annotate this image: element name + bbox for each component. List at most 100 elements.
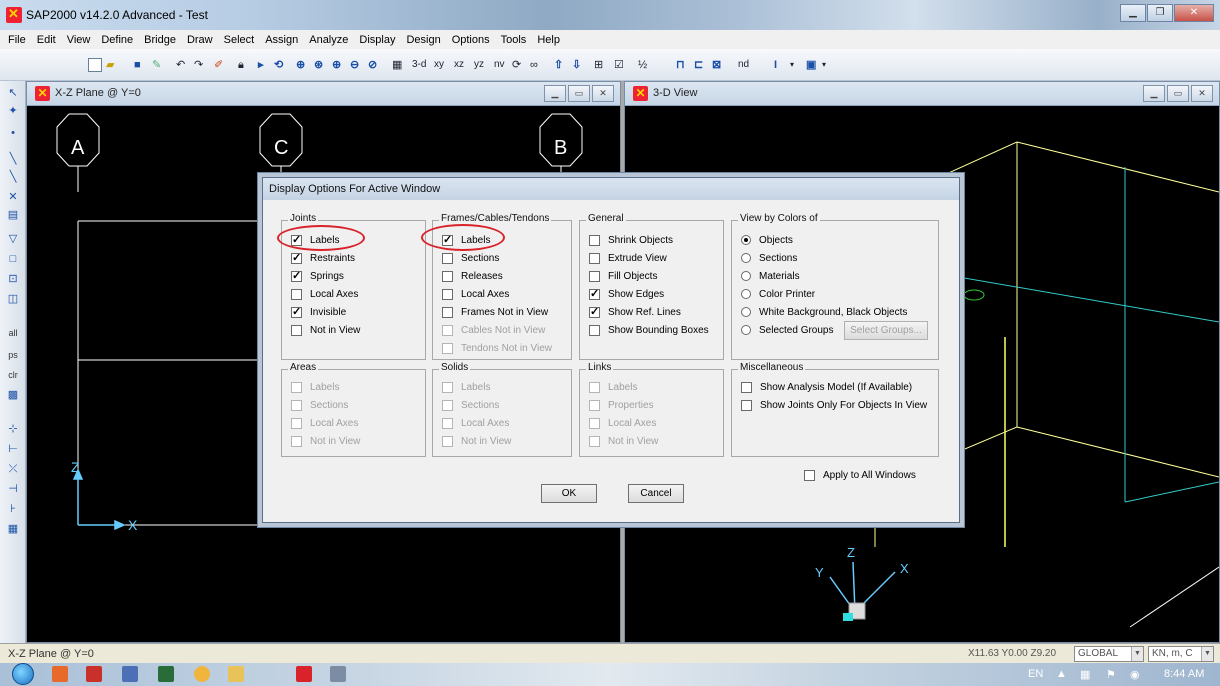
joints-not-in-view-option[interactable]: Not in View (291, 323, 360, 337)
matlab-icon[interactable] (158, 666, 174, 682)
move-down-icon[interactable]: ⇩ (572, 57, 581, 73)
draw-cable-icon[interactable]: ⊏ (694, 57, 703, 73)
frames-local-axes-option[interactable]: Local Axes (442, 287, 509, 301)
save-icon[interactable]: ■ (134, 57, 141, 73)
quick-draw-frame-icon[interactable]: ╲ (5, 169, 21, 185)
undo-icon[interactable]: ↶ (176, 57, 185, 73)
close-button[interactable]: ✕ (1174, 4, 1214, 22)
clear-selection-button[interactable]: clr (5, 367, 21, 383)
zoom-in-icon[interactable]: ⊕ (332, 57, 341, 73)
show-ref-lines-option[interactable]: Show Ref. Lines (589, 305, 681, 319)
chrome-icon[interactable] (194, 666, 210, 682)
area-section-icon[interactable]: ▣ (806, 57, 816, 73)
joints-springs-option[interactable]: Springs (291, 269, 344, 283)
units-select[interactable]: KN, m, C ▼ (1148, 646, 1214, 662)
pan-icon[interactable]: ⟲ (274, 57, 283, 73)
flag-icon[interactable]: ⚑ (1106, 668, 1116, 681)
frames-local-axes-checkbox[interactable] (442, 288, 453, 300)
fill-objects-option[interactable]: Fill Objects (589, 269, 657, 283)
clock-time[interactable]: 8:44 AM (1164, 668, 1204, 680)
maximize-button[interactable]: ❐ (1147, 4, 1173, 22)
draw-rect-area-icon[interactable]: □ (5, 251, 21, 267)
language-indicator[interactable]: EN (1028, 668, 1043, 680)
xz-restore-button[interactable]: ▭ (568, 85, 590, 102)
zoom-window-icon[interactable]: ⊕ (296, 57, 305, 73)
extrude-view-checkbox[interactable] (589, 252, 600, 264)
select-groups-button[interactable]: Select Groups... (844, 321, 928, 340)
apply-to-all-windows-option[interactable]: Apply to All Windows (804, 468, 916, 482)
joints-local-axes-option[interactable]: Local Axes (291, 287, 358, 301)
pointer-icon[interactable]: ↖ (5, 85, 21, 101)
joints-invisible-checkbox[interactable] (291, 305, 302, 318)
show-joints-only-checkbox[interactable] (741, 399, 752, 411)
selected-groups-option[interactable]: Selected Groups (741, 323, 834, 337)
show-analysis-model-option[interactable]: Show Analysis Model (If Available) (741, 380, 912, 394)
sap2000-app-icon[interactable] (6, 6, 22, 23)
frames-releases-checkbox[interactable] (442, 270, 453, 282)
set-display-options-icon[interactable]: ☑ (614, 57, 624, 73)
taskbar-misc-icon[interactable] (330, 666, 346, 682)
xz-plane-window-caption[interactable]: ✕ X-Z Plane @ Y=0 ▁ ▭ ✕ (27, 82, 620, 106)
dialog-caption[interactable]: Display Options For Active Window (263, 178, 959, 200)
set-display-icon[interactable]: ▦ (392, 57, 402, 73)
3d-restore-button[interactable]: ▭ (1167, 85, 1189, 102)
selected-groups-radio[interactable] (741, 325, 751, 335)
menu-edit[interactable]: Edit (37, 34, 56, 46)
draw-solid-icon[interactable]: ◫ (5, 291, 21, 307)
white-background-option[interactable]: White Background, Black Objects (741, 305, 907, 319)
extrude-view-option[interactable]: Extrude View (589, 251, 667, 265)
new-model-icon[interactable] (88, 58, 102, 72)
fraction-icon[interactable]: ½ (638, 57, 647, 73)
3d-minimize-button[interactable]: ▁ (1143, 85, 1165, 102)
color-objects-option[interactable]: Objects (741, 233, 793, 247)
menu-define[interactable]: Define (101, 34, 133, 46)
intersecting-line-icon[interactable]: ▩ (5, 387, 21, 403)
open-icon[interactable]: ▰ (106, 57, 114, 73)
view-xz-button[interactable]: xz (454, 57, 464, 73)
minimize-button[interactable]: ▁ (1120, 4, 1146, 22)
joints-local-axes-checkbox[interactable] (291, 288, 302, 300)
menu-draw[interactable]: Draw (187, 34, 213, 46)
show-analysis-model-checkbox[interactable] (741, 381, 752, 393)
view-xy-button[interactable]: xy (434, 57, 444, 73)
redo-icon[interactable]: ↷ (194, 57, 203, 73)
apply-to-all-windows-checkbox[interactable] (804, 469, 815, 481)
previous-selection-button[interactable]: ps (5, 347, 21, 363)
show-edges-option[interactable]: Show Edges (589, 287, 664, 301)
print-icon[interactable]: ✎ (152, 57, 161, 73)
explorer-icon[interactable] (228, 666, 244, 682)
start-button[interactable] (12, 663, 34, 685)
draw-link-icon[interactable]: ▤ (5, 207, 21, 223)
menu-help[interactable]: Help (537, 34, 560, 46)
draw-tendon-icon[interactable]: ⊠ (712, 57, 721, 73)
snap-perpendicular-icon[interactable]: ⊣ (5, 481, 21, 497)
reshaper-icon[interactable]: ✦ (5, 103, 21, 119)
rotate-3d-icon[interactable]: ⟳ (512, 57, 521, 73)
snap-lines-icon[interactable]: ⊦ (5, 501, 21, 517)
sap2000-taskbar-icon[interactable] (296, 666, 312, 682)
lock-icon[interactable]: 🔒︎ (238, 57, 244, 73)
snap-points-icon[interactable]: ⊹ (5, 421, 21, 437)
joints-springs-checkbox[interactable] (291, 269, 302, 282)
move-up-icon[interactable]: ⇧ (554, 57, 563, 73)
draw-poly-area-icon[interactable]: ▽ (5, 231, 21, 247)
zoom-restore-icon[interactable]: ⊛ (314, 57, 323, 73)
snap-intersect-icon[interactable]: ⤫ (5, 461, 21, 477)
show-ref-lines-checkbox[interactable] (589, 305, 600, 318)
3d-view-window-caption[interactable]: ✕ 3-D View ▁ ▭ ✕ (625, 82, 1219, 106)
nd-button[interactable]: nd (738, 57, 749, 73)
network-icon[interactable]: ▦ (1080, 668, 1090, 681)
white-background-radio[interactable] (741, 307, 751, 317)
menu-bridge[interactable]: Bridge (144, 34, 176, 46)
quick-draw-area-icon[interactable]: ⊡ (5, 271, 21, 287)
taskbar-app-icon[interactable] (52, 666, 68, 682)
draw-frame-line-icon[interactable]: ╲ (5, 151, 21, 167)
draw-frame-icon[interactable]: ⊓ (676, 57, 685, 73)
object-shrink-icon[interactable]: ⊞ (594, 57, 603, 73)
color-printer-radio[interactable] (741, 289, 751, 299)
coordinate-system-select[interactable]: GLOBAL ▼ (1074, 646, 1144, 662)
menu-display[interactable]: Display (359, 34, 395, 46)
menu-analyze[interactable]: Analyze (309, 34, 348, 46)
menu-file[interactable]: File (8, 34, 26, 46)
color-sections-radio[interactable] (741, 253, 751, 263)
